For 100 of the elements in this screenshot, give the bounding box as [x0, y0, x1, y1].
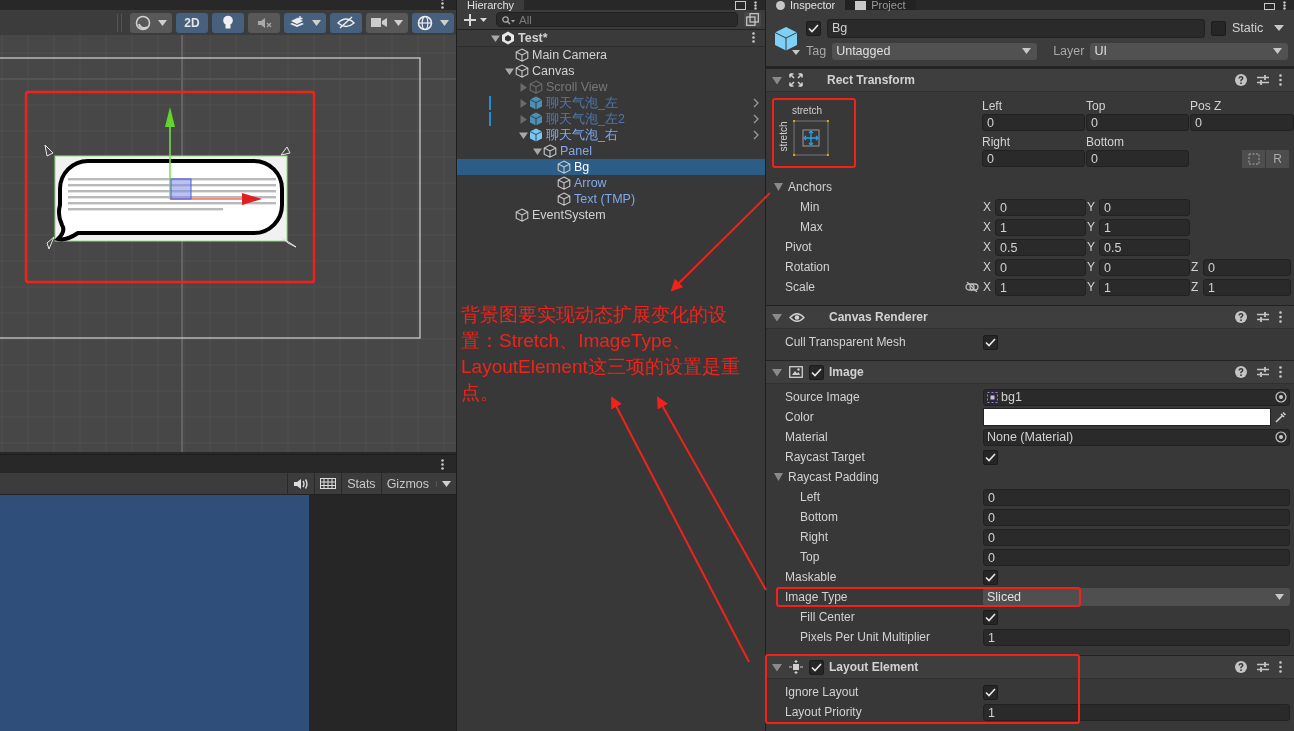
name-field[interactable]: Bg: [827, 18, 1205, 38]
number-field[interactable]: 0.5: [995, 238, 1086, 256]
effects-button[interactable]: [284, 12, 326, 33]
component-header[interactable]: Rect Transform: [766, 68, 1294, 92]
enabled-checkbox[interactable]: [809, 659, 824, 675]
caret-icon[interactable]: [505, 66, 514, 76]
number-field[interactable]: 0: [995, 258, 1086, 276]
project-tab[interactable]: Project: [845, 0, 916, 10]
checkbox[interactable]: [983, 609, 998, 625]
more-icon[interactable]: [1279, 366, 1282, 378]
tree-item[interactable]: Canvas: [457, 63, 765, 79]
number-field[interactable]: 0: [982, 150, 1085, 167]
tree-item[interactable]: Main Camera: [457, 47, 765, 63]
number-field[interactable]: 1: [995, 278, 1086, 296]
number-field[interactable]: 1: [983, 628, 1290, 646]
number-field[interactable]: 1: [983, 703, 1290, 721]
tree-item[interactable]: Text (TMP): [457, 191, 765, 207]
tag-dropdown[interactable]: Untagged: [832, 42, 1038, 60]
caret-icon[interactable]: [774, 473, 783, 481]
blueprint-mode-button[interactable]: [1242, 150, 1266, 168]
tree-item[interactable]: Panel: [457, 143, 765, 159]
caret-icon[interactable]: [1274, 25, 1284, 31]
color-swatch[interactable]: [983, 408, 1271, 426]
tree-item[interactable]: Bg: [457, 159, 765, 175]
caret-icon[interactable]: [491, 33, 500, 43]
number-field[interactable]: 0: [983, 488, 1290, 506]
inspector-tab[interactable]: Inspector: [766, 0, 846, 10]
number-field[interactable]: 0: [1086, 114, 1189, 131]
eyedropper-icon[interactable]: [1275, 411, 1287, 423]
raw-edit-button[interactable]: R: [1266, 150, 1290, 168]
number-field[interactable]: 0: [982, 114, 1085, 131]
number-field[interactable]: 1: [1099, 218, 1190, 236]
number-field[interactable]: 0: [1099, 258, 1190, 276]
more-icon[interactable]: [1283, 0, 1286, 10]
number-field[interactable]: 0: [1099, 198, 1190, 216]
more-icon[interactable]: [752, 32, 755, 43]
toolbar-button[interactable]: Gizmos: [380, 473, 456, 494]
help-icon[interactable]: [1235, 311, 1247, 323]
caret-icon[interactable]: [519, 130, 528, 140]
component-header[interactable]: Image: [766, 360, 1294, 384]
number-field[interactable]: 0: [983, 528, 1290, 546]
component-header[interactable]: Canvas Renderer: [766, 305, 1294, 329]
checkbox[interactable]: [983, 684, 998, 700]
checkbox[interactable]: [983, 334, 998, 350]
toolbar-button[interactable]: Stats: [341, 473, 381, 494]
audio-toggle-button[interactable]: [248, 12, 280, 33]
caret-icon[interactable]: [772, 662, 782, 672]
checkbox[interactable]: [983, 449, 998, 465]
active-checkbox[interactable]: [806, 20, 821, 36]
unlinked-chain-icon[interactable]: [965, 282, 979, 292]
number-field[interactable]: 0: [995, 198, 1086, 216]
settings-sliders-icon[interactable]: [1257, 661, 1269, 673]
object-picker-icon[interactable]: [1275, 431, 1287, 443]
number-field[interactable]: 0.5: [1099, 238, 1190, 256]
caret-icon[interactable]: [772, 367, 782, 377]
static-checkbox[interactable]: [1211, 20, 1226, 36]
settings-sliders-icon[interactable]: [1257, 311, 1269, 323]
number-field[interactable]: 1: [1203, 278, 1291, 296]
search-field[interactable]: All: [496, 12, 738, 27]
number-field[interactable]: 0: [1203, 258, 1291, 276]
speech-bubble-drawing[interactable]: [54, 155, 288, 242]
tree-item[interactable]: EventSystem: [457, 207, 765, 223]
move-gizmo-drawing[interactable]: [165, 107, 262, 205]
shading-mode-button[interactable]: [130, 12, 172, 33]
scene-view[interactable]: [0, 35, 456, 452]
number-field[interactable]: 0: [983, 508, 1290, 526]
help-icon[interactable]: [1235, 74, 1247, 86]
help-icon[interactable]: [1235, 661, 1247, 673]
object-field[interactable]: bg1: [983, 388, 1290, 406]
number-field[interactable]: 0: [1190, 114, 1294, 131]
help-icon[interactable]: [1235, 366, 1247, 378]
image-type-dropdown[interactable]: Sliced: [983, 588, 1290, 606]
caret-icon[interactable]: [792, 50, 800, 55]
checkbox[interactable]: [983, 569, 998, 585]
hierarchy-tab[interactable]: Hierarchy: [457, 0, 525, 10]
number-field[interactable]: 0: [1086, 150, 1189, 167]
number-field[interactable]: 0: [983, 548, 1290, 566]
more-icon[interactable]: [1279, 74, 1282, 86]
add-button[interactable]: [462, 11, 490, 28]
scene-visibility-button[interactable]: [744, 12, 761, 27]
mode-toggle-button[interactable]: 2D: [176, 12, 208, 33]
lighting-toggle-button[interactable]: [212, 12, 244, 33]
maximize-icon[interactable]: [735, 0, 746, 10]
more-icon[interactable]: [754, 0, 757, 10]
more-icon[interactable]: [1279, 311, 1282, 323]
caret-icon[interactable]: [772, 75, 782, 85]
tree-item[interactable]: Test*: [457, 30, 765, 47]
settings-sliders-icon[interactable]: [1257, 366, 1269, 378]
visibility-toggle-button[interactable]: [330, 12, 362, 33]
settings-sliders-icon[interactable]: [1257, 74, 1269, 86]
enabled-checkbox[interactable]: [809, 364, 824, 380]
camera-button[interactable]: [366, 12, 408, 33]
layer-dropdown[interactable]: UI: [1090, 42, 1288, 60]
object-picker-icon[interactable]: [1275, 391, 1287, 403]
more-icon[interactable]: [1279, 661, 1282, 673]
more-icon[interactable]: [441, 458, 444, 470]
caret-icon[interactable]: [774, 183, 783, 191]
number-field[interactable]: 1: [995, 218, 1086, 236]
tree-item[interactable]: 聊天气泡_右: [457, 127, 765, 143]
component-header[interactable]: Layout Element: [766, 655, 1294, 679]
